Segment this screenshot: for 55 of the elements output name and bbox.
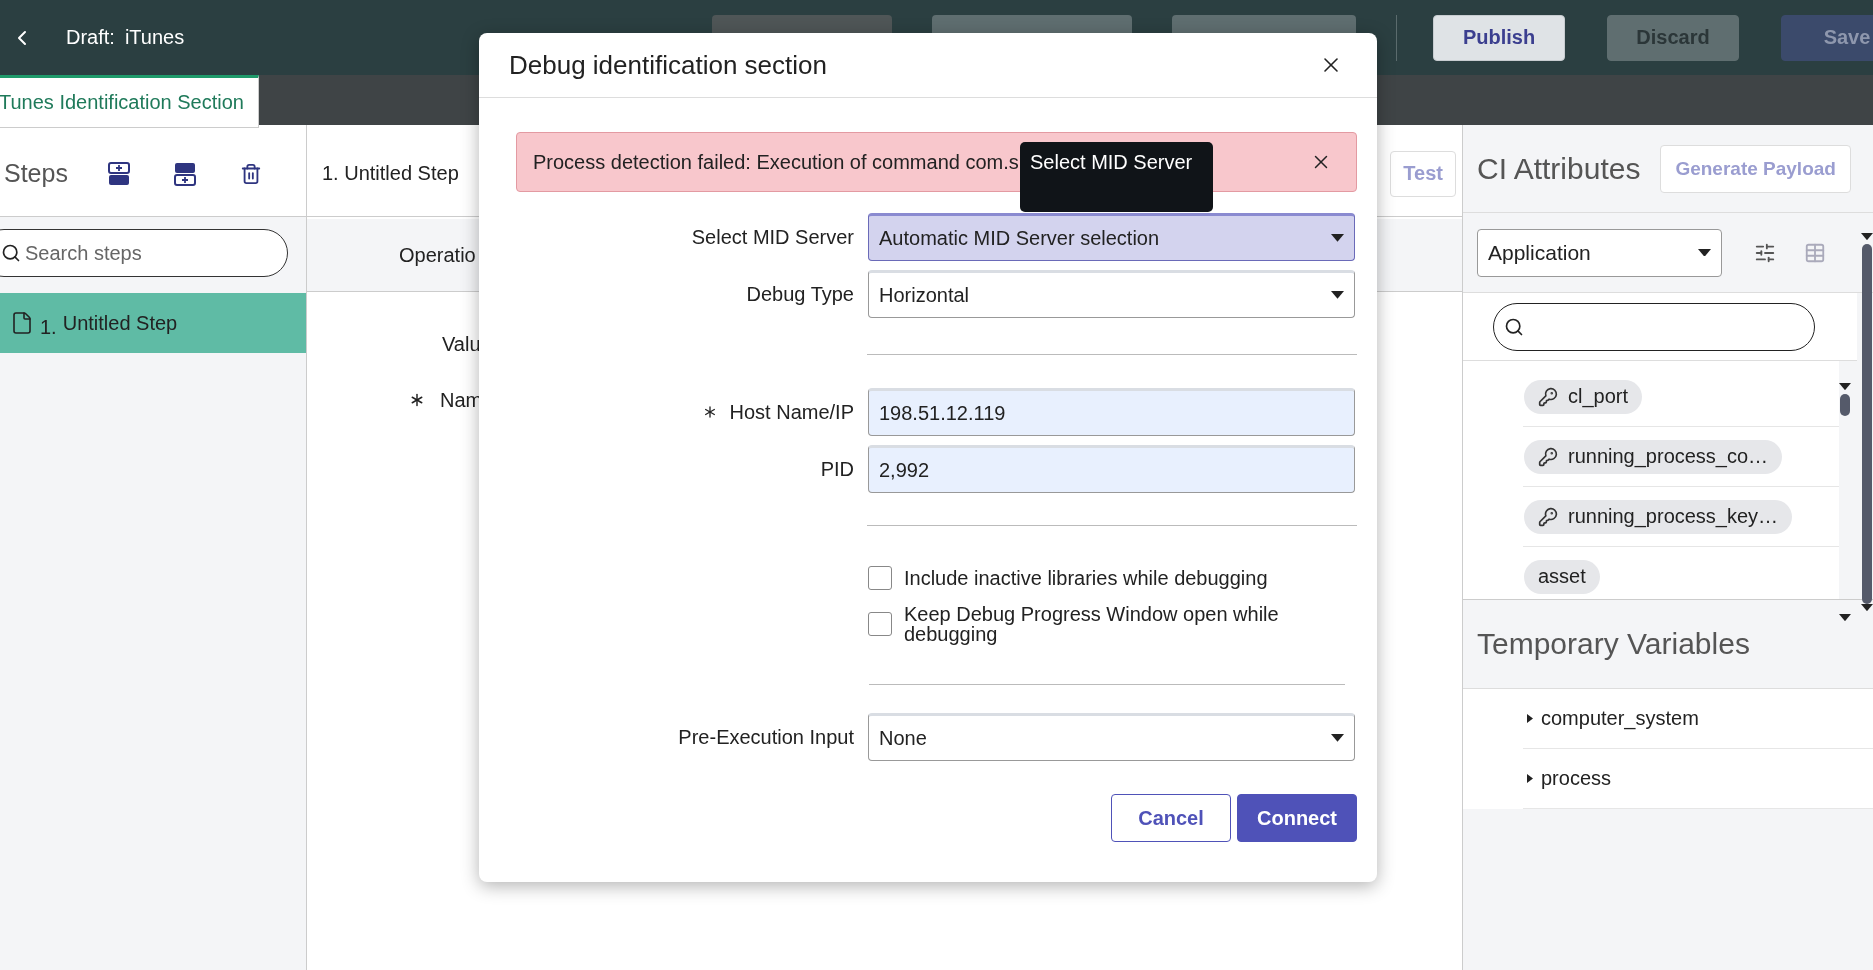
section-title: Temporary Variables [1477, 627, 1750, 661]
scrollbar-thumb[interactable] [1862, 244, 1872, 604]
field-label: Pre-Execution Input [678, 725, 854, 749]
toolbar-button[interactable]: Publish [1433, 14, 1565, 61]
search-field[interactable]: Search steps [0, 229, 288, 277]
field-label: Debug Type [746, 282, 854, 306]
field-label: Select MID Server [691, 225, 854, 249]
checkbox-label: Include inactive libraries while debugging [904, 568, 1269, 588]
step-label: Untitled Step [62, 311, 178, 335]
alert-message: Process detection failed: Execution of command com.s [533, 150, 1019, 174]
input-field[interactable]: 198.51.12.119 [868, 388, 1355, 436]
field-label: Valu [442, 332, 481, 356]
column-header: Operatio [399, 243, 476, 267]
field-label: PID [820, 457, 854, 481]
step-title: 1. Untitled Step [322, 162, 459, 185]
caret-icon [1861, 233, 1873, 241]
caret-icon [1698, 248, 1711, 257]
scrollbar-thumb[interactable] [1840, 394, 1850, 417]
step-item[interactable]: 1. Untitled Step [0, 293, 306, 353]
class-select[interactable]: Application [1477, 228, 1722, 277]
checkbox[interactable] [868, 612, 892, 636]
checkbox[interactable] [868, 566, 892, 590]
steps-title: Steps [3, 159, 69, 188]
variable-name[interactable]: computer_system [1541, 707, 1699, 730]
file-icon [10, 311, 34, 335]
search-icon [1, 243, 21, 263]
section-tab[interactable]: Tunes Identification Section [0, 75, 259, 128]
search-icon [1504, 316, 1524, 337]
attribute-chip[interactable]: asset [1524, 559, 1600, 594]
input-field[interactable]: 2,992 [868, 445, 1355, 493]
panel-title: CI Attributes [1477, 151, 1641, 186]
checkbox-label: Keep Debug Progress Window open while debugging [904, 604, 1280, 644]
step-number: 1. [40, 315, 57, 339]
add-step-below-icon[interactable] [174, 161, 196, 186]
select-field[interactable]: Automatic MID Server selection [868, 213, 1355, 261]
caret-icon [1839, 613, 1851, 621]
caret-icon [1331, 234, 1344, 242]
dialog-title: Debug identification section [509, 49, 827, 81]
field-label: Host Name/IP [729, 400, 854, 424]
attribute-chip[interactable]: cl_port [1524, 379, 1643, 414]
variable-name[interactable]: process [1541, 767, 1612, 790]
connect-button[interactable]: Connect [1237, 794, 1357, 842]
add-step-above-icon[interactable] [108, 161, 130, 186]
attribute-chip[interactable]: running_process_co… [1524, 439, 1783, 474]
expand-caret-icon[interactable] [1527, 774, 1533, 783]
cancel-button[interactable]: Cancel [1111, 794, 1231, 842]
expand-caret-icon[interactable] [1527, 714, 1533, 723]
attribute-chip[interactable]: running_process_key… [1524, 499, 1793, 534]
caret-icon [1331, 734, 1344, 742]
select-field[interactable]: Horizontal [868, 270, 1355, 318]
select-field[interactable]: None [868, 713, 1355, 761]
caret-icon [1839, 383, 1851, 391]
page-title: iTunes [124, 26, 185, 49]
draft-label: Draft: [66, 26, 115, 49]
tooltip: Select MID Server [1020, 142, 1213, 212]
